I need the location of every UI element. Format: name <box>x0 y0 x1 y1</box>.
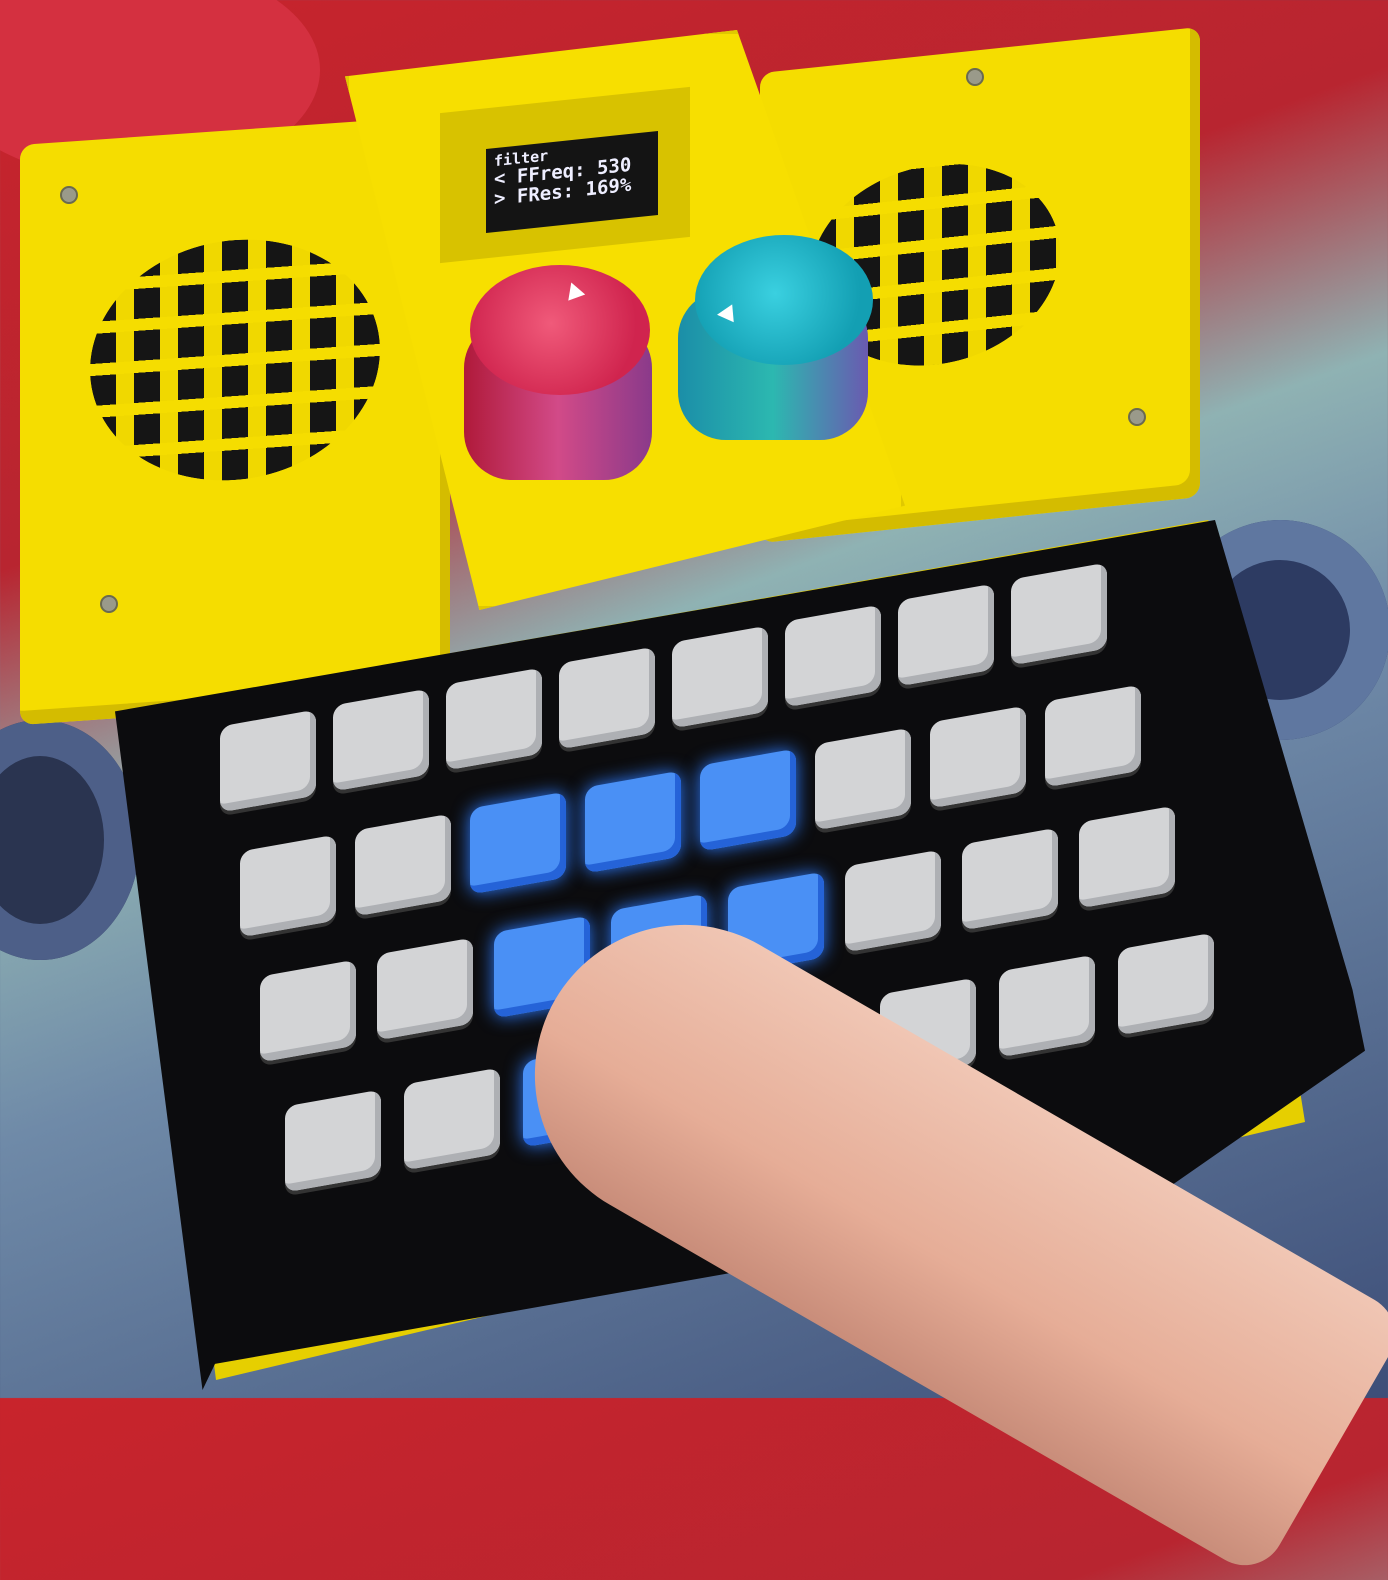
keypad-key[interactable] <box>999 954 1095 1058</box>
keypad-key[interactable] <box>377 937 473 1041</box>
knob-indicator-icon <box>716 304 734 324</box>
knob-cap <box>695 235 873 365</box>
keypad-key[interactable] <box>930 705 1026 809</box>
keypad-key[interactable] <box>355 813 451 916</box>
keypad-key[interactable] <box>700 748 796 852</box>
keypad-key[interactable] <box>1118 932 1214 1035</box>
keypad-key[interactable] <box>220 709 316 813</box>
left-speaker-grille <box>90 229 380 491</box>
keypad-key[interactable] <box>785 604 881 708</box>
keypad-key[interactable] <box>240 834 336 938</box>
keypad-key[interactable] <box>260 959 356 1063</box>
keypad-key[interactable] <box>1079 805 1175 909</box>
keypad-key[interactable] <box>898 583 994 687</box>
keypad-key[interactable] <box>470 791 566 895</box>
keypad-key[interactable] <box>446 667 542 771</box>
keypad-key[interactable] <box>333 688 429 792</box>
screw-icon <box>60 186 78 204</box>
fabric-pattern <box>0 720 140 960</box>
keypad-key[interactable] <box>962 827 1058 931</box>
keypad-key[interactable] <box>285 1089 381 1193</box>
screw-icon <box>100 595 118 613</box>
keypad-key[interactable] <box>585 770 681 873</box>
screw-icon <box>966 68 984 86</box>
keypad-key[interactable] <box>404 1067 500 1170</box>
keypad-key[interactable] <box>1011 562 1107 666</box>
knob-cap <box>470 265 650 395</box>
keypad-key[interactable] <box>559 646 655 750</box>
keypad-key[interactable] <box>815 727 911 830</box>
keypad-key[interactable] <box>1045 684 1141 787</box>
keypad-key[interactable] <box>672 625 768 729</box>
screw-icon <box>1128 408 1146 426</box>
keypad-key[interactable] <box>845 849 941 953</box>
